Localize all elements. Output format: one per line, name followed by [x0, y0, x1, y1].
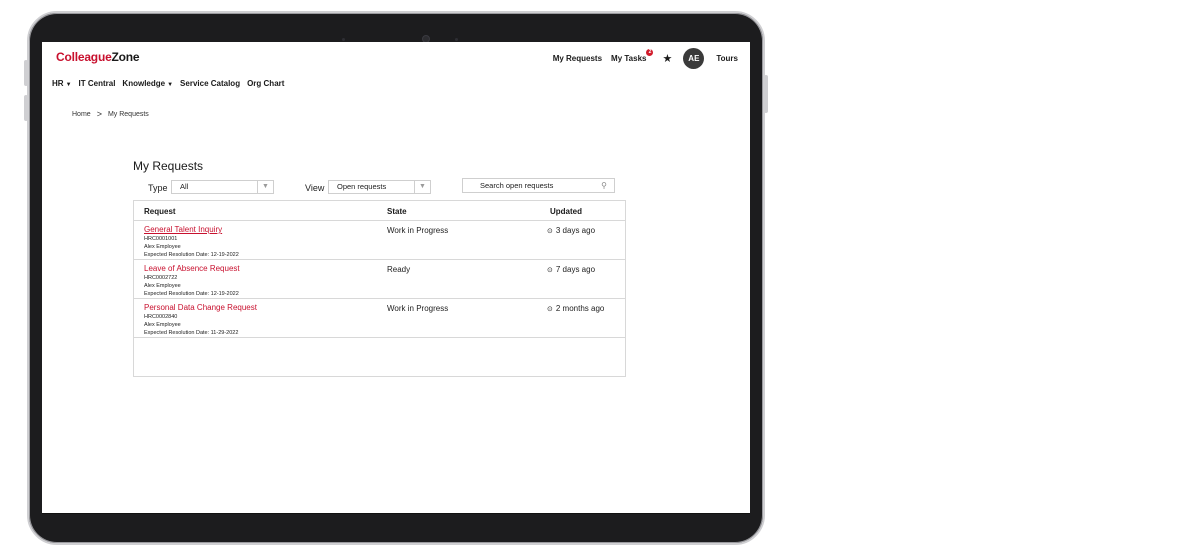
- request-number: HRC0002840: [144, 314, 178, 320]
- logo-text-zone: Zone: [111, 50, 140, 64]
- column-header-updated[interactable]: Updated: [550, 207, 582, 216]
- requester-name: Alex Employee: [144, 322, 181, 328]
- my-requests-link[interactable]: My Requests: [553, 54, 602, 63]
- request-title-link[interactable]: Leave of Absence Request: [144, 264, 240, 273]
- request-title-link[interactable]: Personal Data Change Request: [144, 303, 257, 312]
- breadcrumb-home[interactable]: Home: [72, 111, 91, 118]
- nav-item-label: HR: [52, 79, 64, 88]
- resolution-date: Expected Resolution Date: 12-19-2022: [144, 252, 239, 258]
- view-filter-select[interactable]: Open requests ▼: [328, 180, 431, 194]
- nav-item-hr[interactable]: HR ▼: [52, 79, 72, 88]
- requester-name: Alex Employee: [144, 244, 181, 250]
- column-header-request[interactable]: Request: [144, 207, 176, 216]
- tasks-count-badge: 2: [646, 49, 654, 56]
- nav-item-label: IT Central: [78, 79, 116, 88]
- screen-bottom-edge: [42, 513, 750, 514]
- request-updated: ⊙ 3 days ago: [547, 226, 595, 235]
- view-filter-value: Open requests: [337, 182, 387, 191]
- request-state: Work in Progress: [387, 226, 449, 235]
- request-state: Ready: [387, 265, 411, 274]
- caret-down-icon: ▼: [167, 82, 174, 88]
- view-filter-label: View: [305, 183, 325, 193]
- nav-item-org-chart[interactable]: Org Chart: [247, 79, 284, 88]
- my-tasks-link[interactable]: My Tasks 2: [611, 49, 654, 63]
- request-updated: ⊙ 7 days ago: [547, 265, 595, 274]
- breadcrumb-separator-icon: >: [96, 109, 102, 119]
- my-tasks-label: My Tasks: [611, 54, 647, 63]
- resolution-date: Expected Resolution Date: 11-29-2022: [144, 330, 239, 336]
- type-filter-label: Type: [148, 183, 168, 193]
- nav-item-service-catalog[interactable]: Service Catalog: [180, 79, 240, 88]
- search-icon: ⚲: [601, 181, 607, 190]
- updated-text: 2 months ago: [555, 304, 605, 313]
- search-placeholder: Search open requests: [480, 181, 554, 190]
- table-row[interactable]: Personal Data Change Request HRC0002840 …: [134, 299, 625, 338]
- requests-table: Request State Updated General Talent Inq…: [133, 200, 626, 377]
- clock-icon: ⊙: [547, 306, 553, 313]
- app-logo[interactable]: ColleagueZone: [56, 50, 140, 64]
- request-number: HRC0002722: [144, 275, 178, 281]
- top-nav: My Requests My Tasks 2 ★ AE Tours: [544, 48, 738, 69]
- nav-item-knowledge[interactable]: Knowledge ▼: [122, 79, 173, 88]
- clock-icon: ⊙: [547, 267, 553, 274]
- breadcrumb: Home > My Requests: [72, 109, 149, 119]
- sensor-dot: [342, 38, 345, 41]
- chevron-down-icon: ▼: [257, 181, 273, 193]
- avatar[interactable]: AE: [683, 48, 705, 69]
- logo-text-colleague: Colleague: [56, 50, 112, 64]
- type-filter-select[interactable]: All ▼: [171, 180, 274, 194]
- sensor-dot: [455, 38, 458, 41]
- request-number: HRC0001001: [144, 236, 178, 242]
- clock-icon: ⊙: [547, 228, 553, 235]
- breadcrumb-current: My Requests: [107, 110, 149, 118]
- table-row[interactable]: Leave of Absence Request HRC0002722 Alex…: [134, 260, 625, 299]
- column-header-state[interactable]: State: [387, 207, 407, 216]
- caret-down-icon: ▼: [65, 82, 72, 88]
- requester-name: Alex Employee: [144, 283, 181, 289]
- request-updated: ⊙ 2 months ago: [547, 304, 604, 313]
- page-title: My Requests: [133, 159, 204, 173]
- nav-item-label: Knowledge: [122, 79, 166, 88]
- nav-item-label: Org Chart: [247, 79, 285, 88]
- resolution-date: Expected Resolution Date: 12-19-2022: [144, 291, 239, 297]
- request-title-link[interactable]: General Talent Inquiry: [144, 225, 222, 234]
- main-nav: HR ▼ IT Central Knowledge ▼ Service Catalo…: [52, 79, 291, 88]
- tours-link[interactable]: Tours: [716, 54, 738, 63]
- updated-text: 3 days ago: [555, 226, 596, 235]
- request-state: Work in Progress: [387, 304, 449, 313]
- table-row[interactable]: General Talent Inquiry HRC0001001 Alex E…: [134, 221, 625, 260]
- nav-item-it-central[interactable]: IT Central: [79, 79, 116, 88]
- star-icon[interactable]: ★: [662, 52, 672, 65]
- screen: ColleagueZone My Requests My Tasks 2 ★ A…: [42, 42, 750, 513]
- table-header: Request State Updated: [134, 201, 625, 221]
- search-input[interactable]: Search open requests ⚲: [462, 178, 615, 193]
- type-filter-value: All: [180, 182, 189, 191]
- nav-item-label: Service Catalog: [180, 79, 241, 88]
- updated-text: 7 days ago: [555, 265, 596, 274]
- chevron-down-icon: ▼: [414, 181, 430, 193]
